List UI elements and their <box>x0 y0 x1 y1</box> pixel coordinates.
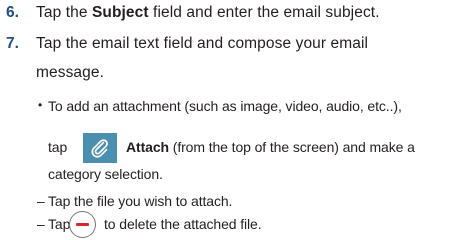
paperclip-icon <box>83 133 117 163</box>
step-number: 6. <box>6 4 19 21</box>
sub-item-text: Tap the file you wish to attach. <box>48 193 233 209</box>
text-run: (from the top of the screen) and make a <box>168 139 415 155</box>
text-run: field and enter the email subject. <box>148 4 380 21</box>
text-run: Tap the <box>36 4 92 21</box>
dash: – <box>37 193 45 209</box>
attach-label: Attach <box>126 139 169 155</box>
bullet-line-1: To add an attachment (such as image, vid… <box>48 98 402 114</box>
minus-circle-icon <box>69 211 96 238</box>
tap-word: tap <box>48 139 68 155</box>
step-text-line-2: message. <box>36 64 104 81</box>
subject-term: Subject <box>91 4 149 21</box>
tap-word: Tap <box>48 216 71 232</box>
bullet-line-3: category selection. <box>48 166 163 182</box>
sub-item-text: to delete the attached file. <box>104 216 262 232</box>
step-text-line-1: Tap the email text field and compose you… <box>36 35 369 52</box>
step-number: 7. <box>6 35 19 52</box>
step-text: Tap the Subject field and enter the emai… <box>36 4 380 22</box>
attach-text: Attach (from the top of the screen) and … <box>126 139 415 155</box>
bullet-dot: • <box>38 98 43 112</box>
dash: – <box>37 216 45 232</box>
minus-bar <box>76 223 89 226</box>
